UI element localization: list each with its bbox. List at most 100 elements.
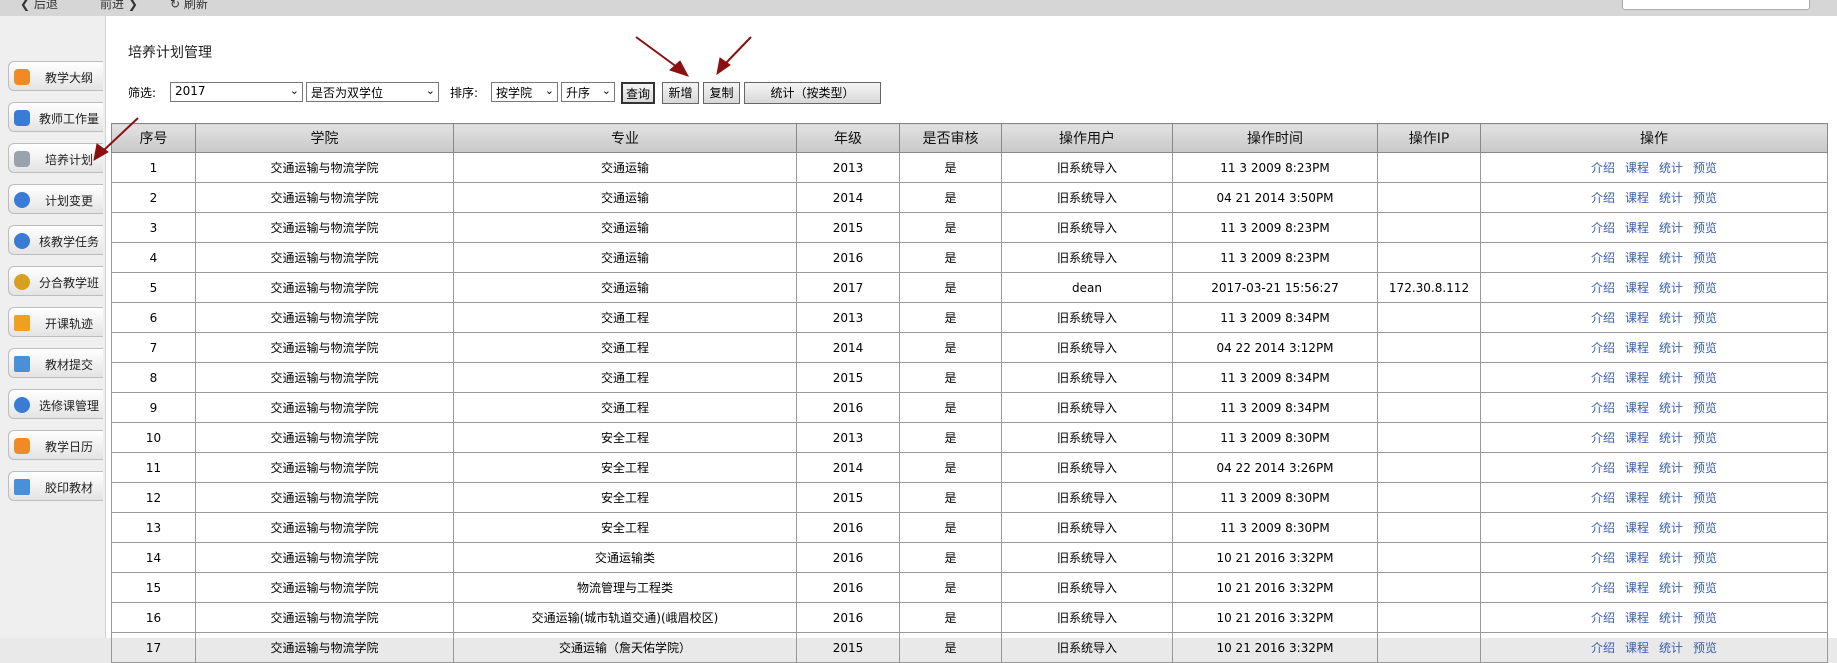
preview-link[interactable]: 预览 [1693,611,1717,625]
intro-link[interactable]: 介绍 [1591,641,1615,655]
course-link[interactable]: 课程 [1625,371,1649,385]
column-header-operate-ip[interactable]: 操作IP [1377,123,1481,153]
refresh-button[interactable]: ↻ 刷新 [170,0,208,12]
sidebar: 教学大纲 教师工作量 培养计划 计划变更 核教学任务 分合教学班 开课轨迹 教材… [0,16,105,638]
preview-link[interactable]: 预览 [1693,581,1717,595]
cell-audited: 是 [899,482,1002,513]
double-degree-select[interactable]: 是否为双学位 ⌄ [306,82,439,102]
order-select[interactable]: 升序 ⌄ [561,82,615,102]
course-link[interactable]: 课程 [1625,521,1649,535]
sidebar-item-plan-change[interactable]: 计划变更 [8,184,103,214]
course-link[interactable]: 课程 [1625,491,1649,505]
stats-link[interactable]: 统计 [1659,191,1683,205]
stats-link[interactable]: 统计 [1659,551,1683,565]
intro-link[interactable]: 介绍 [1591,611,1615,625]
preview-link[interactable]: 预览 [1693,221,1717,235]
course-link[interactable]: 课程 [1625,221,1649,235]
intro-link[interactable]: 介绍 [1591,251,1615,265]
sidebar-item-textbook-submit[interactable]: 教材提交 [8,348,103,378]
stats-link[interactable]: 统计 [1659,641,1683,655]
column-header-grade[interactable]: 年级 [796,123,900,153]
preview-link[interactable]: 预览 [1693,251,1717,265]
column-header-operate-time[interactable]: 操作时间 [1172,123,1378,153]
forward-button[interactable]: 前进 ❯ [100,0,138,12]
year-select[interactable]: 2017 ⌄ [170,82,303,102]
stats-link[interactable]: 统计 [1659,371,1683,385]
course-link[interactable]: 课程 [1625,341,1649,355]
intro-link[interactable]: 介绍 [1591,281,1615,295]
preview-link[interactable]: 预览 [1693,401,1717,415]
back-button[interactable]: ❮ 后退 [20,0,58,12]
stats-link[interactable]: 统计 [1659,491,1683,505]
stats-link[interactable]: 统计 [1659,161,1683,175]
course-link[interactable]: 课程 [1625,581,1649,595]
intro-link[interactable]: 介绍 [1591,371,1615,385]
preview-link[interactable]: 预览 [1693,521,1717,535]
preview-link[interactable]: 预览 [1693,461,1717,475]
stats-link[interactable]: 统计 [1659,521,1683,535]
sidebar-item-course-trace[interactable]: 开课轨迹 [8,307,103,337]
preview-link[interactable]: 预览 [1693,641,1717,655]
course-link[interactable]: 课程 [1625,551,1649,565]
intro-link[interactable]: 介绍 [1591,221,1615,235]
stats-link[interactable]: 统计 [1659,281,1683,295]
intro-link[interactable]: 介绍 [1591,341,1615,355]
preview-link[interactable]: 预览 [1693,281,1717,295]
cell-actions: 介绍 课程 统计 预览 [1480,362,1828,393]
sidebar-item-check-tasks[interactable]: 核教学任务 [8,225,103,255]
intro-link[interactable]: 介绍 [1591,191,1615,205]
stats-link[interactable]: 统计 [1659,581,1683,595]
intro-link[interactable]: 介绍 [1591,431,1615,445]
course-link[interactable]: 课程 [1625,461,1649,475]
course-link[interactable]: 课程 [1625,161,1649,175]
intro-link[interactable]: 介绍 [1591,311,1615,325]
course-link[interactable]: 课程 [1625,191,1649,205]
course-link[interactable]: 课程 [1625,251,1649,265]
cell-operate-ip [1377,512,1481,543]
intro-link[interactable]: 介绍 [1591,461,1615,475]
column-header-major[interactable]: 专业 [453,123,797,153]
intro-link[interactable]: 介绍 [1591,401,1615,415]
browser-search-box[interactable] [1622,0,1810,10]
stats-link[interactable]: 统计 [1659,221,1683,235]
preview-link[interactable]: 预览 [1693,161,1717,175]
column-header-audited[interactable]: 是否审核 [899,123,1002,153]
cell-index: 4 [111,242,196,273]
preview-link[interactable]: 预览 [1693,341,1717,355]
stats-link[interactable]: 统计 [1659,431,1683,445]
intro-link[interactable]: 介绍 [1591,551,1615,565]
preview-link[interactable]: 预览 [1693,431,1717,445]
sidebar-item-elective-management[interactable]: 选修课管理 [8,389,103,419]
sidebar-item-split-merge-class[interactable]: 分合教学班 [8,266,103,296]
stats-link[interactable]: 统计 [1659,611,1683,625]
sort-by-select[interactable]: 按学院 ⌄ [491,82,558,102]
intro-link[interactable]: 介绍 [1591,521,1615,535]
arrow-to-training-plan [102,117,139,152]
intro-link[interactable]: 介绍 [1591,581,1615,595]
course-link[interactable]: 课程 [1625,401,1649,415]
preview-link[interactable]: 预览 [1693,371,1717,385]
preview-link[interactable]: 预览 [1693,191,1717,205]
sidebar-item-offset-textbook[interactable]: 胶印教材 [8,471,103,501]
course-link[interactable]: 课程 [1625,281,1649,295]
column-header-college[interactable]: 学院 [195,123,454,153]
intro-link[interactable]: 介绍 [1591,161,1615,175]
preview-link[interactable]: 预览 [1693,311,1717,325]
stats-link[interactable]: 统计 [1659,311,1683,325]
sidebar-item-teaching-syllabus[interactable]: 教学大纲 [8,61,103,91]
course-link[interactable]: 课程 [1625,641,1649,655]
column-header-operator[interactable]: 操作用户 [1001,123,1173,153]
intro-link[interactable]: 介绍 [1591,491,1615,505]
cell-grade: 2015 [796,632,900,663]
sidebar-item-teaching-calendar[interactable]: 教学日历 [8,430,103,460]
stats-link[interactable]: 统计 [1659,461,1683,475]
course-link[interactable]: 课程 [1625,311,1649,325]
stats-link[interactable]: 统计 [1659,341,1683,355]
cell-operate-ip [1377,422,1481,453]
preview-link[interactable]: 预览 [1693,491,1717,505]
course-link[interactable]: 课程 [1625,431,1649,445]
preview-link[interactable]: 预览 [1693,551,1717,565]
stats-link[interactable]: 统计 [1659,251,1683,265]
stats-link[interactable]: 统计 [1659,401,1683,415]
course-link[interactable]: 课程 [1625,611,1649,625]
